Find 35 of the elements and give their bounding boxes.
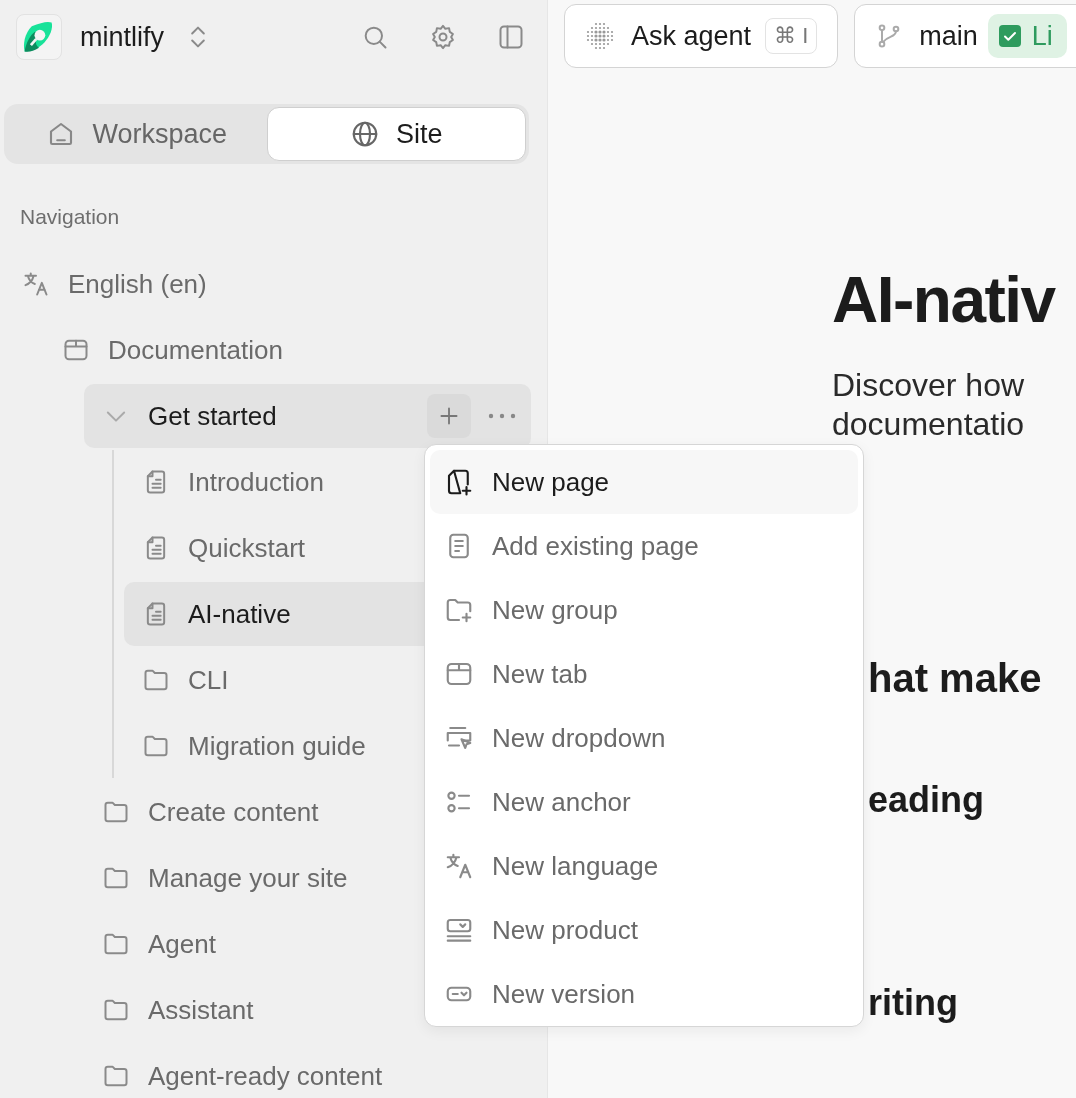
subsection-heading: riting <box>867 981 959 1025</box>
menu-item[interactable]: New product <box>430 898 858 962</box>
branch-button[interactable]: main Li <box>854 4 1076 68</box>
status-text: Li <box>1031 20 1053 52</box>
shortcut-hint: ⌘ I <box>765 18 818 54</box>
section-heading: hat make <box>867 655 1043 702</box>
menu-item[interactable]: New anchor <box>430 770 858 834</box>
sparkle-icon <box>585 21 615 51</box>
switcher-tab[interactable]: Site <box>266 107 526 161</box>
section-label: Navigation <box>20 204 121 230</box>
menu-item[interactable]: New dropdown <box>430 706 858 770</box>
globe-icon <box>350 119 380 149</box>
add-button[interactable] <box>427 394 471 438</box>
check-icon <box>997 24 1022 48</box>
dots-icon <box>487 412 517 420</box>
logo[interactable] <box>16 14 62 60</box>
menu-item[interactable]: New version <box>430 962 858 1026</box>
org-name: mintlify <box>80 21 164 53</box>
nav-item[interactable]: Agent-ready content <box>84 1044 531 1098</box>
panel-icon <box>497 23 525 51</box>
menu-item[interactable]: New language <box>430 834 858 898</box>
menu-item[interactable]: Add existing page <box>430 514 858 578</box>
subsection-heading: eading <box>867 778 985 822</box>
menu-item[interactable]: New page <box>430 450 858 514</box>
switcher-tab[interactable]: Workspace <box>7 107 267 161</box>
translate-icon <box>22 270 50 298</box>
nav-item[interactable]: Documentation <box>44 318 531 382</box>
settings-icon <box>429 23 457 51</box>
description-text: documentatio <box>832 406 1026 442</box>
nav-item[interactable]: English (en) <box>4 252 531 316</box>
nav-item[interactable]: Get started <box>84 384 531 448</box>
ask-agent-button[interactable]: Ask agent ⌘ I <box>564 4 839 68</box>
description-text: Discover how <box>832 367 1026 403</box>
page-title: AI-nativ <box>832 263 1057 338</box>
translate-icon <box>444 851 474 881</box>
